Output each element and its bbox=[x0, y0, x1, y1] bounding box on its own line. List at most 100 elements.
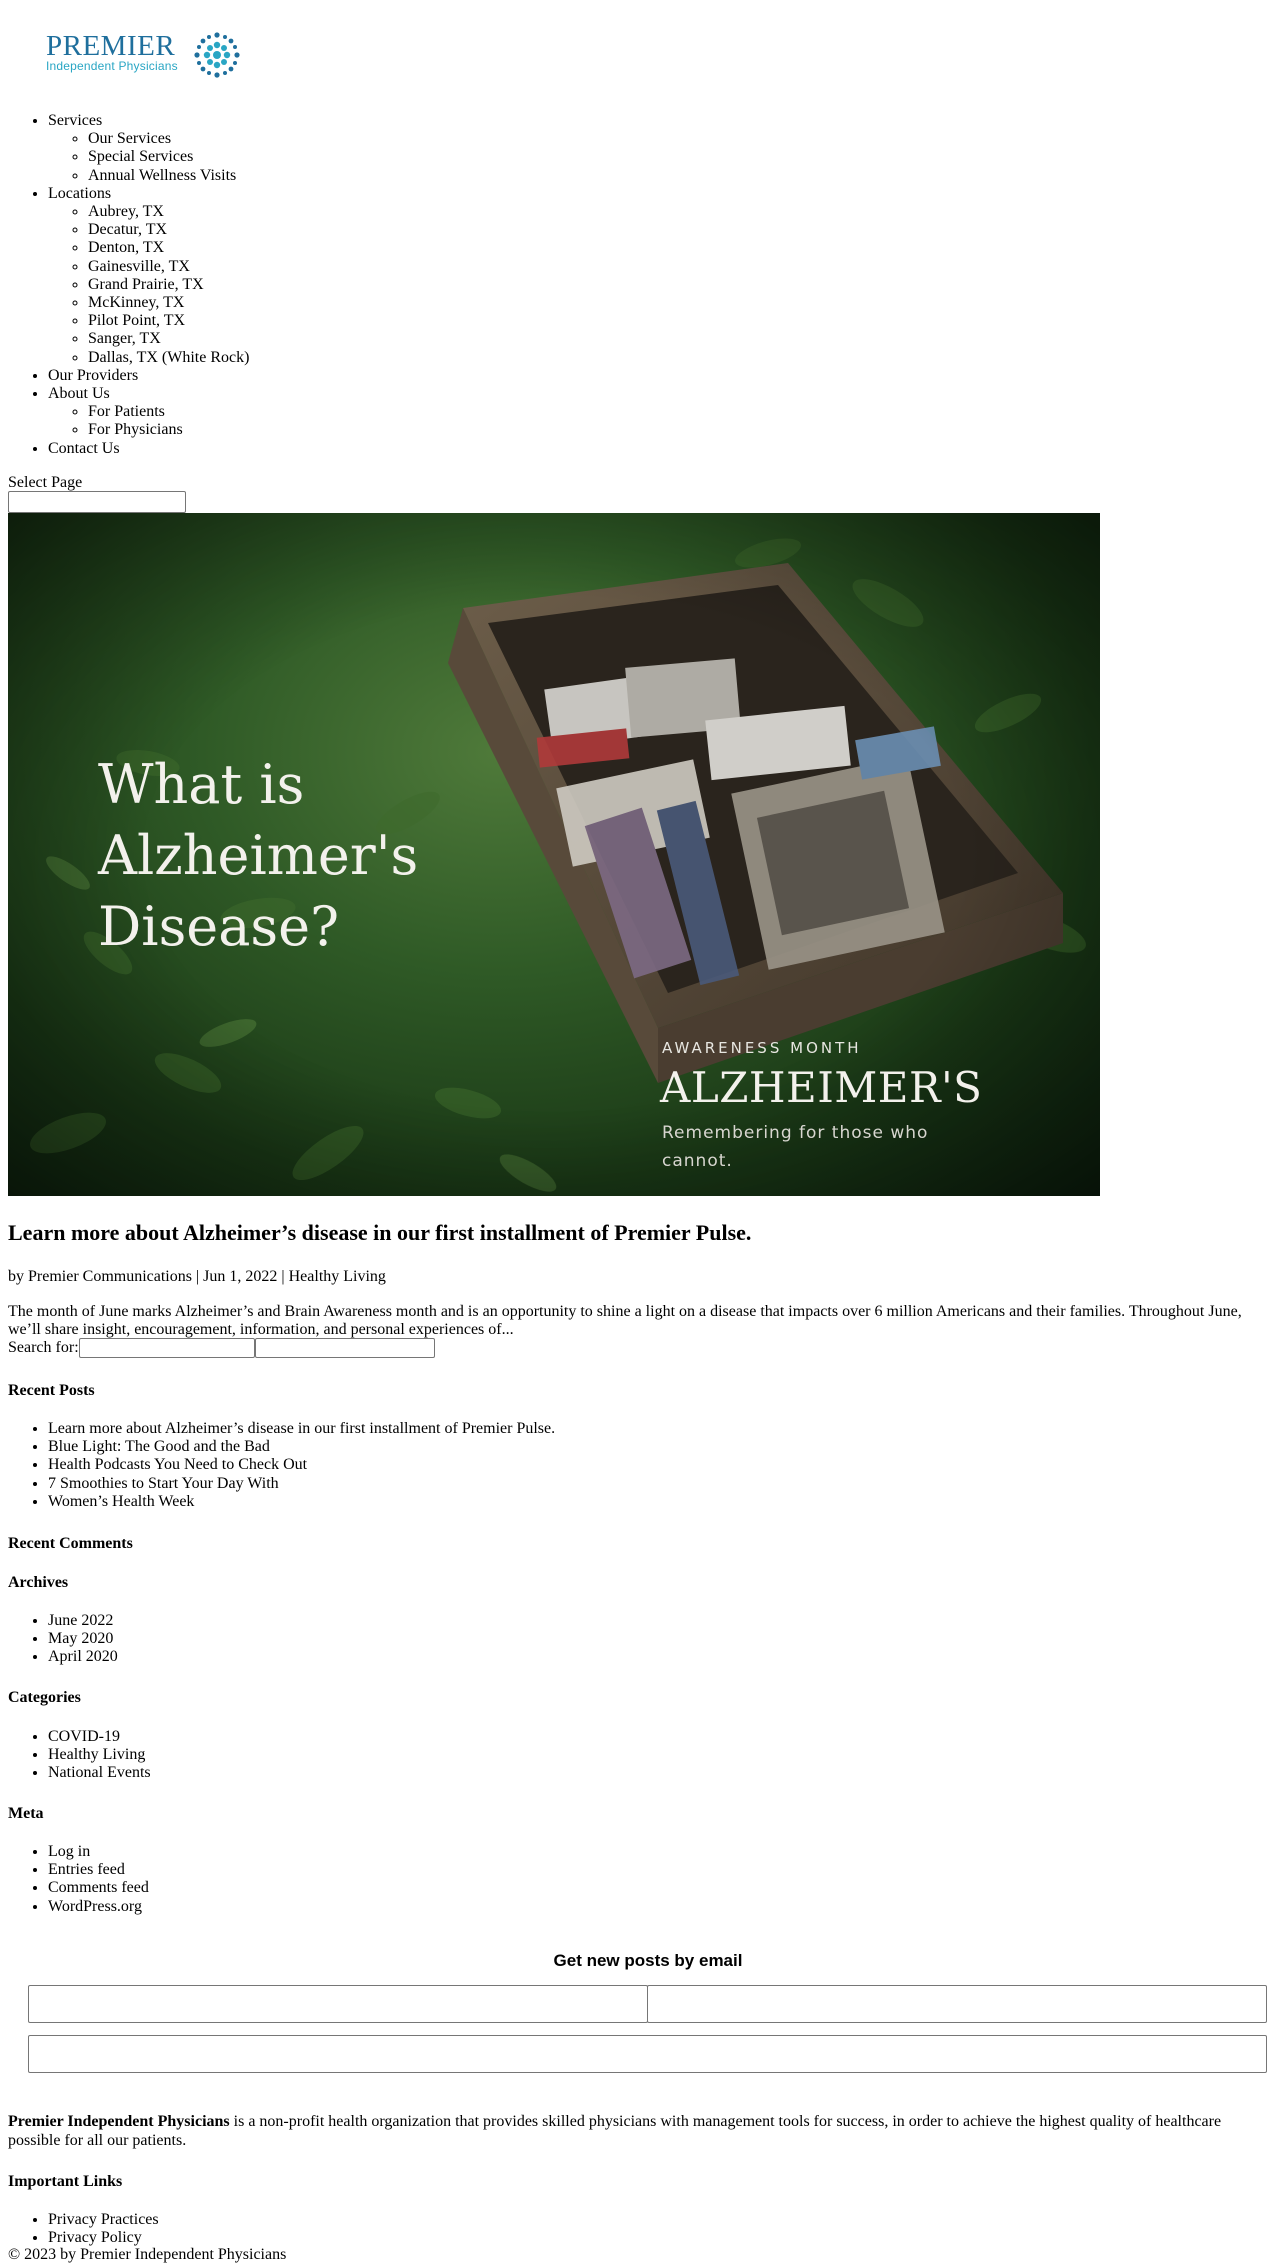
privacy-practices-link[interactable]: Privacy Practices bbox=[48, 2211, 159, 2228]
list-item: Learn more about Alzheimer’s disease in … bbox=[48, 1420, 555, 1438]
search-button[interactable] bbox=[254, 1338, 435, 1358]
archive-link[interactable]: May 2020 bbox=[48, 1630, 113, 1647]
subscribe-first-field[interactable] bbox=[28, 1985, 648, 2023]
search-input[interactable] bbox=[78, 1338, 255, 1358]
login-link[interactable]: Log in bbox=[48, 1843, 90, 1860]
nav-item-services: Services Our Services Special Services A… bbox=[48, 112, 249, 185]
list-item: National Events bbox=[48, 1764, 151, 1782]
nav-link-dallas-white-rock[interactable]: Dallas, TX (White Rock) bbox=[88, 349, 249, 366]
hero-title-line: What is bbox=[98, 753, 305, 816]
nav-link-pilot-point[interactable]: Pilot Point, TX bbox=[88, 312, 185, 329]
list-item: Comments feed bbox=[48, 1879, 149, 1897]
page: PREMIER Independent Physicians Services … bbox=[0, 0, 1280, 2265]
privacy-policy-link[interactable]: Privacy Policy bbox=[48, 2229, 142, 2246]
recent-post-link[interactable]: Health Podcasts You Need to Check Out bbox=[48, 1456, 307, 1473]
categories-list: COVID-19 Healthy Living National Events bbox=[8, 1728, 151, 1783]
list-item: COVID-19 bbox=[48, 1728, 151, 1746]
services-submenu: Our Services Special Services Annual Wel… bbox=[48, 130, 249, 185]
entries-feed-link[interactable]: Entries feed bbox=[48, 1861, 125, 1878]
nav-link-gainesville[interactable]: Gainesville, TX bbox=[88, 258, 190, 275]
nav-link-mckinney[interactable]: McKinney, TX bbox=[88, 294, 184, 311]
list-item: Log in bbox=[48, 1843, 149, 1861]
nav-item-contact: Contact Us bbox=[48, 440, 249, 458]
category-link[interactable]: National Events bbox=[48, 1764, 151, 1781]
subscribe-email-field[interactable] bbox=[28, 2035, 1267, 2073]
nav-link-about-us[interactable]: About Us bbox=[48, 385, 110, 402]
nav-link-locations[interactable]: Locations bbox=[48, 185, 111, 202]
awareness-subtitle: Remembering for those who cannot. bbox=[662, 1119, 962, 1175]
sidebar-search-form: Search for: bbox=[8, 1338, 435, 1358]
list-item: Women’s Health Week bbox=[48, 1493, 555, 1511]
nav-item-providers: Our Providers bbox=[48, 367, 249, 385]
locations-submenu: Aubrey, TX Decatur, TX Denton, TX Gaines… bbox=[48, 203, 249, 367]
post-title-link[interactable]: Learn more about Alzheimer’s disease in … bbox=[8, 1220, 751, 1245]
recent-posts-heading: Recent Posts bbox=[8, 1382, 95, 1399]
nav-link-services[interactable]: Services bbox=[48, 112, 102, 129]
submenu-item: Our Services bbox=[88, 130, 249, 148]
site-logo[interactable]: PREMIER Independent Physicians bbox=[46, 30, 246, 80]
recent-post-link[interactable]: Women’s Health Week bbox=[48, 1493, 194, 1510]
nav-link-our-providers[interactable]: Our Providers bbox=[48, 367, 138, 384]
nav-search-input[interactable] bbox=[8, 491, 186, 513]
submenu-item: Aubrey, TX bbox=[88, 203, 249, 221]
about-submenu: For Patients For Physicians bbox=[48, 403, 249, 439]
recent-posts-list: Learn more about Alzheimer’s disease in … bbox=[8, 1420, 555, 1511]
footer-about: Premier Independent Physicians is a non-… bbox=[8, 2113, 1258, 2150]
nav-link-special-services[interactable]: Special Services bbox=[88, 148, 193, 165]
recent-comments-heading: Recent Comments bbox=[8, 1535, 133, 1552]
logo-dots-icon bbox=[194, 32, 240, 78]
nav-link-decatur[interactable]: Decatur, TX bbox=[88, 221, 167, 238]
nav-link-aubrey[interactable]: Aubrey, TX bbox=[88, 203, 164, 220]
post-excerpt: The month of June marks Alzheimer’s and … bbox=[8, 1303, 1242, 1339]
archive-link[interactable]: June 2022 bbox=[48, 1612, 113, 1629]
comments-feed-link[interactable]: Comments feed bbox=[48, 1879, 149, 1896]
subscribe-second-field[interactable] bbox=[647, 1985, 1267, 2023]
submenu-item: Decatur, TX bbox=[88, 221, 249, 239]
submenu-item: Grand Prairie, TX bbox=[88, 276, 249, 294]
search-label: Search for: bbox=[8, 1338, 79, 1356]
submenu-item: McKinney, TX bbox=[88, 294, 249, 312]
list-item: 7 Smoothies to Start Your Day With bbox=[48, 1475, 555, 1493]
submenu-item: Annual Wellness Visits bbox=[88, 167, 249, 185]
list-item: Privacy Practices bbox=[48, 2211, 159, 2229]
copyright: © 2023 by Premier Independent Physicians bbox=[8, 2246, 287, 2263]
list-item: Entries feed bbox=[48, 1861, 149, 1879]
list-item: May 2020 bbox=[48, 1630, 118, 1648]
archive-link[interactable]: April 2020 bbox=[48, 1648, 118, 1665]
archives-list: June 2022 May 2020 April 2020 bbox=[8, 1612, 118, 1667]
awareness-heading: ALZHEIMER'S bbox=[660, 1063, 983, 1112]
submenu-item: Sanger, TX bbox=[88, 330, 249, 348]
post-meta: by Premier Communications | Jun 1, 2022 … bbox=[8, 1268, 386, 1285]
categories-heading: Categories bbox=[8, 1689, 81, 1706]
main-nav: Services Our Services Special Services A… bbox=[8, 112, 249, 458]
nav-list: Services Our Services Special Services A… bbox=[8, 112, 249, 458]
nav-link-our-services[interactable]: Our Services bbox=[88, 130, 171, 147]
wordpress-org-link[interactable]: WordPress.org bbox=[48, 1898, 142, 1915]
category-link[interactable]: COVID-19 bbox=[48, 1728, 120, 1745]
select-page-label[interactable]: Select Page bbox=[8, 474, 82, 492]
awareness-subtitle-line: Remembering for those who bbox=[662, 1123, 929, 1143]
category-link[interactable]: Healthy Living bbox=[48, 1746, 145, 1763]
nav-link-annual-wellness-visits[interactable]: Annual Wellness Visits bbox=[88, 167, 236, 184]
footer-org-name: Premier Independent Physicians bbox=[8, 2113, 230, 2130]
post-title: Learn more about Alzheimer’s disease in … bbox=[8, 1220, 751, 1245]
nav-link-for-physicians[interactable]: For Physicians bbox=[88, 421, 183, 438]
nav-item-locations: Locations Aubrey, TX Decatur, TX Denton,… bbox=[48, 185, 249, 367]
submenu-item: Denton, TX bbox=[88, 239, 249, 257]
nav-link-for-patients[interactable]: For Patients bbox=[88, 403, 165, 420]
archives-heading: Archives bbox=[8, 1574, 69, 1591]
submenu-item: Gainesville, TX bbox=[88, 258, 249, 276]
hero-title: What is Alzheimer's Disease? bbox=[98, 749, 458, 962]
nav-link-denton[interactable]: Denton, TX bbox=[88, 239, 164, 256]
hero-title-line: Alzheimer's bbox=[98, 824, 419, 887]
nav-link-sanger[interactable]: Sanger, TX bbox=[88, 330, 161, 347]
submenu-item: For Physicians bbox=[88, 421, 249, 439]
list-item: Healthy Living bbox=[48, 1746, 151, 1764]
recent-post-link[interactable]: Learn more about Alzheimer’s disease in … bbox=[48, 1420, 555, 1437]
nav-link-grand-prairie[interactable]: Grand Prairie, TX bbox=[88, 276, 204, 293]
submenu-item: For Patients bbox=[88, 403, 249, 421]
recent-post-link[interactable]: 7 Smoothies to Start Your Day With bbox=[48, 1475, 279, 1492]
recent-post-link[interactable]: Blue Light: The Good and the Bad bbox=[48, 1438, 270, 1455]
meta-list: Log in Entries feed Comments feed WordPr… bbox=[8, 1843, 149, 1916]
nav-link-contact-us[interactable]: Contact Us bbox=[48, 440, 120, 457]
